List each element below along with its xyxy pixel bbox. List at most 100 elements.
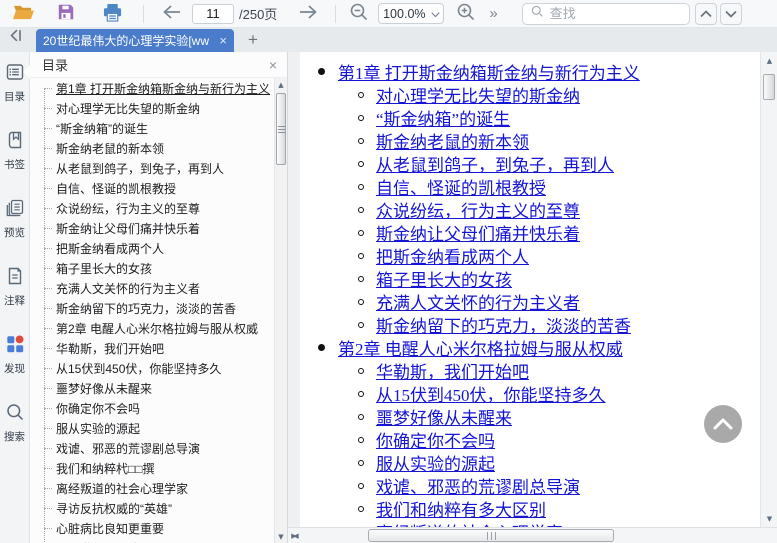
sidebar-item-bookmarks[interactable]: 书签 [0, 120, 29, 188]
print-button[interactable] [99, 2, 125, 26]
toc-link[interactable]: 从老鼠到鸽子，到兔子，再到人 [376, 151, 614, 176]
content-row: 斯金纳留下的巧克力，淡淡的苦香 [300, 313, 760, 336]
toc-item[interactable]: 对心理学无比失望的斯金纳 [30, 98, 274, 118]
toc-item[interactable]: 斯金纳老鼠的新本领 [30, 138, 274, 158]
scroll-up-arrow[interactable]: ▲ [763, 54, 776, 67]
zoom-in-button[interactable] [453, 2, 479, 26]
toc-item-label: 斯金纳留下的巧克力，淡淡的苦香 [56, 301, 237, 316]
toc-link[interactable]: 箱子里长大的女孩 [376, 266, 512, 291]
toc-item[interactable]: 服从实验的源起 [30, 418, 274, 438]
toc-item-label: 斯金纳老鼠的新本领 [56, 141, 165, 156]
document-tab[interactable]: 20世纪最伟大的心理学实验[ww × [36, 29, 234, 52]
save-button[interactable] [53, 2, 79, 26]
page-total-label: /250页 [239, 7, 278, 22]
zoom-out-button[interactable] [346, 2, 372, 26]
toc-item[interactable]: 第1章 打开斯金纳箱斯金纳与新行为主义 [30, 78, 274, 98]
toc-list: 第1章 打开斯金纳箱斯金纳与新行为主义 对心理学无比失望的斯金纳 “斯金纳箱”的… [30, 78, 274, 543]
prev-page-button[interactable] [158, 2, 184, 26]
toc-item[interactable]: 噩梦好像从未醒来 [30, 378, 274, 398]
find-next-button[interactable] [719, 2, 742, 25]
toc-scrollbar: ▲ ▼ [274, 78, 287, 543]
toc-link[interactable]: 第2章 电醒人心米尔格拉姆与服从权威 [338, 335, 623, 360]
toc-item-label: 箱子里长大的女孩 [56, 261, 153, 276]
toc-item[interactable]: 戏谑、邪恶的荒谬剧总导演 [30, 438, 274, 458]
toc-link[interactable]: “斯金纳箱”的诞生 [376, 105, 510, 130]
toc-item[interactable]: 寻访反抗权威的“英雄” [30, 498, 274, 518]
sidebar-item-annotations[interactable]: 注释 [0, 256, 29, 324]
toc-link[interactable]: 自信、怪诞的凯根教授 [376, 174, 546, 199]
toc-item[interactable]: 离经叛道的社会心理学家 [30, 478, 274, 498]
scroll-down-arrow[interactable]: ▼ [763, 512, 776, 525]
toc-item[interactable]: 第2章 电醒人心米尔格拉姆与服从权威 [30, 318, 274, 338]
toc-item[interactable]: 众说纷纭，行为主义的至尊 [30, 198, 274, 218]
toc-link[interactable]: 华勒斯，我们开始吧 [376, 358, 529, 383]
vertical-scrollbar: ▲ ▼ [760, 52, 777, 527]
toc-item-label: 众说纷纭，行为主义的至尊 [56, 201, 201, 216]
toc-link[interactable]: 服从实验的源起 [376, 450, 495, 475]
toc-item[interactable]: 充满人文关怀的行为主义者 [30, 278, 274, 298]
next-page-button[interactable] [295, 2, 321, 26]
chevron-left-bar-icon [8, 28, 24, 48]
find-previous-button[interactable] [694, 2, 717, 25]
toc-link[interactable]: 噩梦好像从未醒来 [376, 404, 512, 429]
toc-item[interactable]: 一石激起千层浪 [30, 538, 274, 543]
horizontal-scrollbar-thumb[interactable] [368, 529, 614, 542]
toc-link[interactable]: 对心理学无比失望的斯金纳 [376, 82, 580, 107]
scroll-right-arrow[interactable]: ▶ [288, 529, 300, 542]
more-tools-button[interactable]: » [489, 5, 497, 22]
sidebar-item-search[interactable]: 搜索 [0, 392, 29, 460]
zoom-level-select[interactable]: 100.0% [378, 3, 445, 24]
toc-link[interactable]: 斯金纳让父母们痛并快乐着 [376, 220, 580, 245]
toc-item[interactable]: 从15伏到450伏，你能坚持多久 [30, 358, 274, 378]
toc-item[interactable]: 箱子里长大的女孩 [30, 258, 274, 278]
sidebar-item-toc[interactable]: 目录 [0, 52, 29, 120]
toc-item-label: 从老鼠到鸽子，到兔子，再到人 [56, 161, 225, 176]
toc-scrollbar-thumb[interactable] [276, 93, 286, 165]
toc-link[interactable]: 第1章 打开斯金纳箱斯金纳与新行为主义 [338, 59, 640, 84]
sidebar-item-label: 预览 [4, 227, 25, 239]
zoom-level-value: 100.0% [383, 6, 426, 21]
sidebar-item-discover[interactable]: 发现 [0, 324, 29, 392]
toc-item[interactable]: 自信、怪诞的凯根教授 [30, 178, 274, 198]
toc-item[interactable]: 华勒斯，我们开始吧 [30, 338, 274, 358]
toc-item-label: “斯金纳箱”的诞生 [56, 121, 148, 136]
bullet-icon [358, 229, 364, 236]
content-row: 噩梦好像从未醒来 [300, 405, 760, 428]
content-row: 斯金纳老鼠的新本领 [300, 129, 760, 152]
toc-item[interactable]: 把斯金纳看成两个人 [30, 238, 274, 258]
toc-link[interactable]: 离经叛道的社会心理学家 [376, 519, 563, 527]
toc-link[interactable]: 把斯金纳看成两个人 [376, 243, 529, 268]
vertical-scrollbar-thumb[interactable] [763, 74, 775, 100]
toc-item[interactable]: 斯金纳留下的巧克力，淡淡的苦香 [30, 298, 274, 318]
new-tab-button[interactable]: + [248, 30, 258, 50]
sidebar-item-preview[interactable]: 预览 [0, 188, 29, 256]
bullet-icon [358, 275, 364, 282]
content-row: 充满人文关怀的行为主义者 [300, 290, 760, 313]
bullet-icon [358, 390, 364, 397]
close-tab-icon[interactable]: × [219, 33, 227, 48]
toc-link[interactable]: 斯金纳老鼠的新本领 [376, 128, 529, 153]
toc-item[interactable]: “斯金纳箱”的诞生 [30, 118, 274, 138]
toc-link[interactable]: 戏谑、邪恶的荒谬剧总导演 [376, 473, 580, 498]
scroll-down-arrow[interactable]: ▼ [275, 530, 287, 543]
open-file-button[interactable] [10, 2, 36, 26]
toc-item[interactable]: 你确定你不会吗 [30, 398, 274, 418]
close-panel-icon[interactable]: × [269, 57, 277, 73]
toc-item[interactable]: 斯金纳让父母们痛并快乐着 [30, 218, 274, 238]
toc-item[interactable]: 我们和纳粹杙□□撰 [30, 458, 274, 478]
toc-item[interactable]: 从老鼠到鸽子，到兔子，再到人 [30, 158, 274, 178]
toc-link[interactable]: 你确定你不会吗 [376, 427, 495, 452]
toc-item-label: 自信、怪诞的凯根教授 [56, 181, 177, 196]
toc-link[interactable]: 众说纷纭，行为主义的至尊 [376, 197, 580, 222]
content-row: 第1章 打开斯金纳箱斯金纳与新行为主义 [300, 60, 760, 83]
toc-link[interactable]: 充满人文关怀的行为主义者 [376, 289, 580, 314]
tab-list-collapse-button[interactable] [4, 26, 28, 50]
toc-item-label: 寻访反抗权威的“英雄” [56, 501, 172, 516]
toc-item[interactable]: 心脏病比良知更重要 [30, 518, 274, 538]
page-number-input[interactable] [192, 3, 234, 24]
scroll-up-arrow[interactable]: ▲ [275, 78, 287, 91]
toc-link[interactable]: 我们和纳粹有多大区别 [376, 496, 546, 521]
toc-link[interactable]: 斯金纳留下的巧克力，淡淡的苦香 [376, 312, 631, 337]
toc-link[interactable]: 从15伏到450伏，你能坚持多久 [376, 381, 606, 406]
back-to-top-button[interactable] [704, 405, 742, 443]
